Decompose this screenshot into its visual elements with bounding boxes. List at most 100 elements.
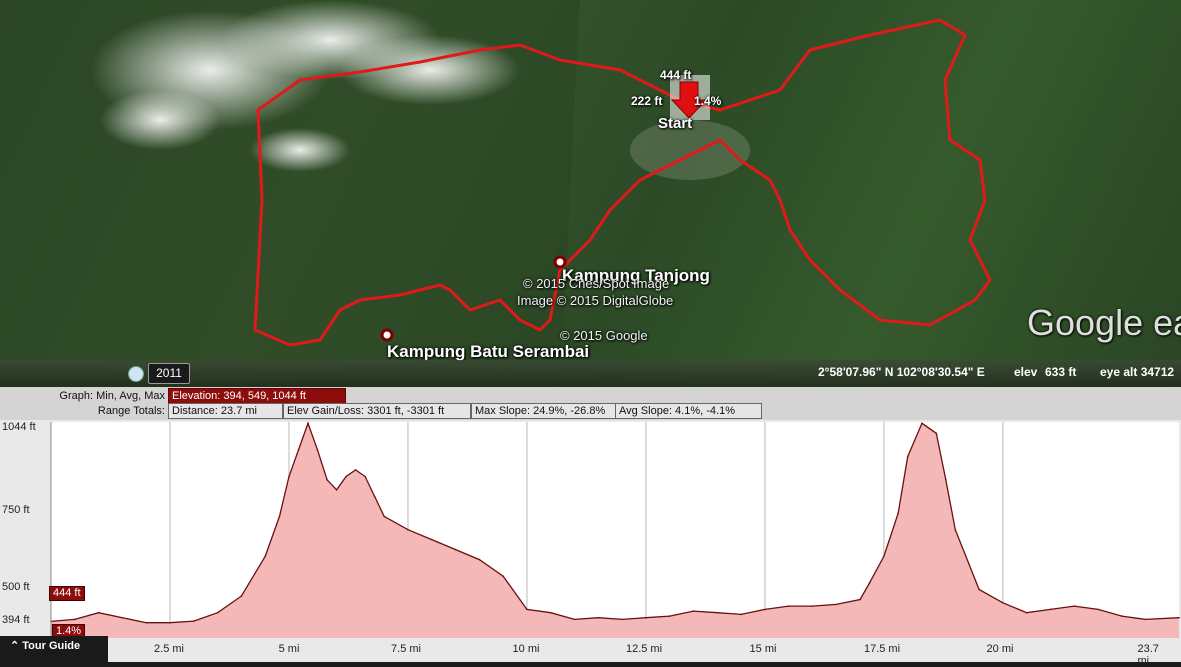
x-tick-label: 20 mi [986,643,1014,655]
eye-altitude: eye alt 34712 [1100,365,1175,379]
elevation-point [316,449,319,451]
elev-label: elev [1014,365,1038,379]
elevation-profile-header: Graph: Min, Avg, Max Elevation: 394, 549… [0,387,1181,420]
elevation-profile-graph[interactable]: 1044 ft 750 ft 500 ft 394 ft 2.5 mi 5 mi… [0,420,1181,667]
copyright-cnes: © 2015 Cnes/Spot Image [523,276,670,291]
y-tick-label: 750 ft [2,504,30,516]
tour-guide-label: Tour Guide [22,640,81,652]
elevation-point [216,611,219,614]
elevation-point [407,528,409,531]
elevation-point [278,515,281,518]
x-tick-label: 7.5 mi [391,643,421,655]
elevation-point [345,475,347,478]
elevation-point [335,489,338,491]
elevation-point [354,469,357,471]
elevation-point [573,618,576,621]
elevation-point [897,512,899,514]
x-tick-label: 12.5 mi [625,643,663,655]
current-elevation-tag: 444 ft [49,586,85,601]
status-bar: 2011 2°58'07.96" N 102°08'30.54" E elev … [0,360,1181,387]
elevation-point [835,603,838,606]
elevation-point [307,422,309,425]
elevation-point [921,422,923,425]
avg-slope-stat: Avg Slope: 4.1%, -4.1% [615,403,762,419]
elevation-point [764,608,766,611]
elevation-point [169,621,171,624]
elevation-point [1144,618,1147,621]
range-totals-label: Range Totals: [97,405,165,417]
elevation-point [668,615,671,617]
elevation-point [193,620,195,622]
elevation-point [297,449,300,451]
elevation-point [945,479,947,481]
cloud [250,128,350,172]
graph-mode-label: Graph: Min, Avg, Max [59,390,165,402]
x-tick-label: 17.5 mi [863,643,901,655]
elevation-point [1073,605,1076,607]
elevation-point [1097,608,1099,611]
copyright-google: © 2015 Google [560,328,648,343]
y-tick-label: 500 ft [2,581,30,593]
elevation-point [692,610,695,612]
elevation-point [716,611,719,614]
elevation-point [431,538,433,541]
x-tick-label: 23.7 mi [1137,643,1159,667]
x-tick-label: 2.5 mi [154,643,184,655]
start-label: Start [658,115,693,132]
elevation-point [364,475,366,478]
elevation-point [740,613,742,616]
tour-guide-button[interactable]: ⌃ Tour Guide [0,636,108,662]
map-view[interactable]: 444 ft 222 ft 1.4% Start Kampung Tanjong… [0,0,1181,387]
elevation-point [502,575,505,577]
elevation-point [240,595,243,597]
marker-left-value: 222 ft [631,94,663,108]
elevation-point [74,618,76,621]
elevation-point [621,618,623,621]
elevation-point [1002,602,1004,604]
historical-imagery-clock-icon[interactable] [128,366,144,382]
elevation-point [288,475,290,478]
elev-gain-loss-stat: Elev Gain/Loss: 3301 ft, -3301 ft [283,403,471,419]
elev-value: 633 ft [1045,365,1077,379]
elevation-point [383,515,386,518]
x-tick-label: 15 mi [749,643,777,655]
elevation-point [954,528,957,531]
elevation-point [645,616,647,619]
marker-elevation: 444 ft [660,68,692,82]
elevation-point [549,611,552,614]
y-tick-label: 394 ft [2,614,30,626]
elevation-point [859,598,861,601]
elevation-point [1121,615,1123,617]
x-tick-label: 5 mi [278,643,300,655]
distance-stat: Distance: 23.7 mi [168,403,283,419]
place-kampung-batu-serambai[interactable]: Kampung Batu Serambai [387,342,589,362]
elevation-point [264,555,267,558]
elevation-point [597,616,600,619]
elevation-point [326,479,328,481]
elevation-point [883,555,885,558]
elevation-point [1025,611,1028,614]
elevation-point [97,611,100,614]
x-tick-label: 10 mi [512,643,540,655]
marker-right-value: 1.4% [694,94,722,108]
imagery-year-badge[interactable]: 2011 [148,363,190,384]
elevation-point [1049,608,1052,611]
chevron-up-icon: ⌃ [10,640,23,652]
elevation-point [787,605,790,607]
place-pin [380,328,394,342]
elevation-point [478,558,481,561]
elevation-point [935,432,938,435]
elevation-chart[interactable] [0,420,1181,662]
copyright-digitalglobe: Image © 2015 DigitalGlobe [517,293,674,308]
cloud [100,90,220,150]
elevation-point [811,605,814,607]
elevation-point [1178,616,1180,619]
elevation-point [121,616,124,619]
elevation-point [526,608,528,611]
elevation-point [373,495,376,498]
google-earth-logo: Google ea [1027,302,1181,343]
elevation-point [978,588,980,591]
elevation-point [454,548,457,551]
elevation-point [145,621,147,624]
elevation-stats: Elevation: 394, 549, 1044 ft [168,388,346,404]
